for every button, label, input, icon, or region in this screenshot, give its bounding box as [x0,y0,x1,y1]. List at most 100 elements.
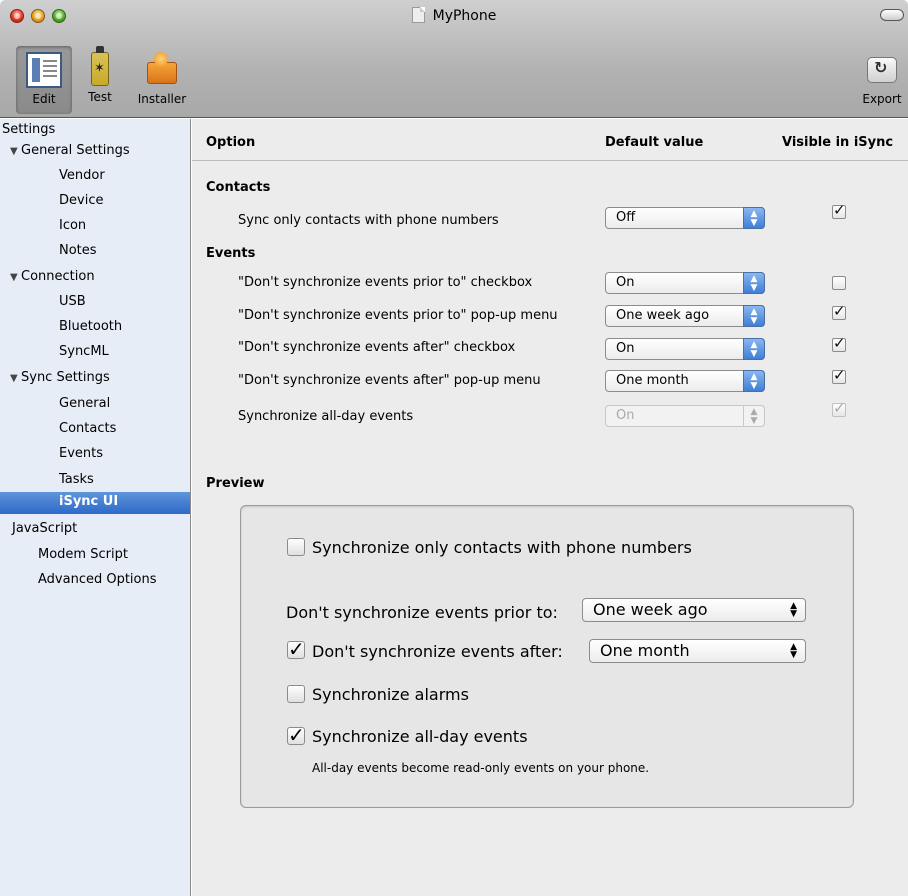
visible-checkbox[interactable] [832,205,846,219]
sidebar-item-label: Device [59,193,104,208]
sidebar-item-vendor[interactable]: Vendor [0,165,190,190]
popup-value: On [616,341,635,356]
preview-contacts-only-label: Synchronize only contacts with phone num… [312,538,692,557]
sidebar-item-syncml[interactable]: SyncML [0,341,190,366]
sidebar-item-label: Bluetooth [59,319,123,334]
edit-tool-button[interactable]: Edit [16,46,72,114]
preview-contacts-only-checkbox[interactable] [287,538,305,556]
preview-prior-label: Don't synchronize events prior to: [286,603,558,622]
preview-after-label: Don't synchronize events after: [312,642,563,661]
test-tool-button[interactable]: Test [80,46,120,114]
disclosure-triangle-icon[interactable]: ▼ [10,267,18,289]
option-label: Synchronize all-day events [238,409,414,424]
sidebar-item-usb[interactable]: USB [0,291,190,316]
popup-arrows-icon: ▲ ▼ [743,272,765,294]
export-tool-button[interactable]: Export [856,46,908,114]
bug-spray-icon [91,46,109,86]
popup-arrows-icon: ▲ ▼ [743,338,765,360]
popup-value: One month [600,641,690,660]
sidebar-item-advanced-options[interactable]: Advanced Options [0,569,190,594]
default-value-popup[interactable]: One month ▲ ▼ [605,370,765,392]
sidebar-item-notes[interactable]: Notes [0,240,190,265]
default-value-popup: On ▲ ▼ [605,405,765,427]
section-title-preview: Preview [206,476,265,491]
preview-after-popup[interactable]: One month ▲ ▼ [589,639,806,663]
sidebar-item-sync-settings[interactable]: ▼ Sync Settings [0,367,190,392]
test-label: Test [88,90,112,104]
sidebar-item-label: Tasks [59,472,94,487]
default-value-popup[interactable]: Off ▲ ▼ [605,207,765,229]
document-icon [411,7,425,23]
popup-arrows-icon: ▲ ▼ [790,642,797,660]
main-panel: Option Default value Visible in iSync Co… [192,119,908,896]
option-label: "Don't synchronize events prior to" chec… [238,275,533,290]
popup-arrows-icon: ▲ ▼ [743,207,765,229]
visible-checkbox[interactable] [832,370,846,384]
sidebar-item-label: Icon [59,218,87,233]
disclosure-triangle-icon[interactable]: ▼ [10,368,18,390]
edit-icon [26,52,62,88]
app-window: MyPhone Edit Test Installer Export Setti… [0,0,908,896]
popup-value: On [616,408,635,423]
sidebar-item-label: USB [59,294,86,309]
sidebar-item-general[interactable]: General [0,393,190,418]
toolbar-toggle-button[interactable] [880,9,904,21]
column-header-visible: Visible in iSync [782,135,894,150]
popup-arrows-icon: ▲ ▼ [743,405,765,427]
sidebar-item-label: Sync Settings [21,370,110,385]
popup-value: On [616,275,635,290]
header-divider [192,160,908,161]
sidebar-item-label: Modem Script [38,547,128,562]
sidebar-item-label: Connection [21,269,95,284]
preview-allday-label: Synchronize all-day events [312,727,528,746]
section-title-events: Events [206,246,256,261]
disclosure-triangle-icon[interactable]: ▼ [10,141,18,163]
popup-value: Off [616,210,636,225]
option-label: Sync only contacts with phone numbers [238,213,499,228]
visible-checkbox[interactable] [832,338,846,352]
sidebar-item-modem-script[interactable]: Modem Script [0,544,190,569]
popup-value: One week ago [593,600,708,619]
sidebar-item-label: SyncML [59,344,109,359]
option-label: "Don't synchronize events after" pop-up … [238,373,541,388]
sidebar-item-device[interactable]: Device [0,190,190,215]
popup-arrows-icon: ▲ ▼ [790,601,797,619]
sidebar-item-icon[interactable]: Icon [0,215,190,240]
sidebar-item-label: Vendor [59,168,105,183]
sidebar-item-general-settings[interactable]: ▼ General Settings [0,140,190,165]
preview-box: Synchronize only contacts with phone num… [240,505,854,808]
sidebar-item-label: General Settings [21,143,130,158]
export-label: Export [862,92,902,106]
visible-checkbox[interactable] [832,276,846,290]
sidebar-item-javascript[interactable]: JavaScript [0,518,190,543]
default-value-popup[interactable]: On ▲ ▼ [605,338,765,360]
default-value-popup[interactable]: One week ago ▲ ▼ [605,305,765,327]
preview-allday-checkbox[interactable] [287,727,305,745]
title-toolbar: MyPhone Edit Test Installer Export [0,0,908,118]
popup-value: One month [616,373,689,388]
preview-prior-popup[interactable]: One week ago ▲ ▼ [582,598,806,622]
preview-alarms-checkbox[interactable] [287,685,305,703]
sidebar-item-label: Contacts [59,421,117,436]
sidebar-item-bluetooth[interactable]: Bluetooth [0,316,190,341]
export-icon [864,52,900,88]
installer-label: Installer [137,92,187,106]
sidebar-item-contacts[interactable]: Contacts [0,418,190,443]
sidebar-item-label: Notes [59,243,97,258]
sidebar-item-tasks[interactable]: Tasks [0,469,190,494]
visible-checkbox[interactable] [832,306,846,320]
sidebar-item-label: General [59,396,111,411]
sidebar-item-events[interactable]: Events [0,443,190,468]
column-header-option: Option [206,135,256,150]
sidebar-item-label: JavaScript [12,521,78,536]
preview-after-checkbox[interactable] [287,641,305,659]
window-title-area: MyPhone [0,7,908,24]
default-value-popup[interactable]: On ▲ ▼ [605,272,765,294]
sidebar-item-isync-ui[interactable]: iSync UI [0,492,190,514]
sidebar-item-label: Advanced Options [38,572,157,587]
installer-tool-button[interactable]: Installer [132,46,192,114]
column-header-default-value: Default value [605,135,704,150]
sidebar-item-connection[interactable]: ▼ Connection [0,266,190,291]
popup-value: One week ago [616,308,710,323]
option-label: "Don't synchronize events after" checkbo… [238,340,516,355]
